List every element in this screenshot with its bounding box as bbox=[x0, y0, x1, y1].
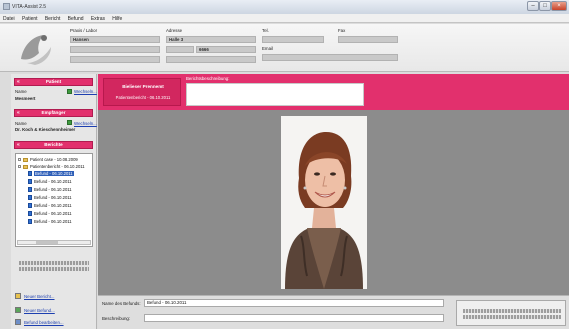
tree-item[interactable]: Befund - 06.10.2011 bbox=[28, 170, 74, 177]
berichte-section-header[interactable]: « Berichte bbox=[14, 141, 93, 149]
report-description-label: Berichtsbeschreibung: bbox=[186, 76, 230, 81]
finding-description-input[interactable] bbox=[144, 314, 444, 322]
menu-datei[interactable]: Datei bbox=[0, 14, 18, 22]
edit-finding-icon bbox=[15, 319, 21, 325]
document-icon bbox=[28, 203, 32, 209]
empfaenger-change-link[interactable]: Wechseln... bbox=[74, 121, 97, 126]
tree-item[interactable]: Patientenbericht - 06.10.2011 bbox=[18, 163, 85, 170]
menu-hilfe[interactable]: Hilfe bbox=[109, 14, 125, 22]
adresse-street-field: Halle 3 bbox=[166, 36, 256, 43]
document-icon bbox=[28, 171, 32, 177]
menu-bar: Datei Patient Bericht Befund Extras Hilf… bbox=[0, 14, 569, 23]
lab-stamp-graphic bbox=[19, 261, 89, 265]
tree-item[interactable]: Patient case - 10.08.2009 bbox=[18, 156, 78, 163]
patient-badge-report: Patientenbericht - 06.10.2011 bbox=[115, 95, 171, 100]
document-icon bbox=[28, 219, 32, 225]
folder-icon bbox=[23, 164, 28, 169]
empfaenger-name-label: Name bbox=[15, 121, 27, 126]
report-tree[interactable]: Patient case - 10.08.2009 Patientenberic… bbox=[15, 153, 93, 247]
patient-photo[interactable] bbox=[281, 116, 367, 289]
menu-befund[interactable]: Befund bbox=[65, 14, 87, 22]
practice-header: Praxis / Labor Hansen Adresse Halle 3 66… bbox=[0, 24, 569, 72]
praxis-field-2 bbox=[70, 46, 160, 53]
patient-change-link[interactable]: Wechseln... bbox=[74, 89, 97, 94]
praxis-field: Hansen bbox=[70, 36, 160, 43]
tree-item[interactable]: Befund - 06.10.2011 bbox=[28, 186, 72, 193]
patient-section-header[interactable]: « Patient bbox=[14, 78, 93, 86]
new-report-icon bbox=[15, 293, 21, 299]
finding-description-label: Beschreibung: bbox=[102, 316, 131, 321]
scrollbar-thumb[interactable] bbox=[36, 241, 58, 244]
tree-item[interactable]: Befund - 06.10.2011 bbox=[28, 202, 72, 209]
edit-finding-link[interactable]: Befund bearbeiten... bbox=[24, 320, 64, 325]
tree-item[interactable]: Befund - 06.10.2011 bbox=[28, 194, 72, 201]
menu-extras[interactable]: Extras bbox=[88, 14, 108, 22]
new-report-link[interactable]: Neuer Bericht... bbox=[24, 294, 55, 299]
finding-name-input[interactable]: Befund - 06.10.2011 bbox=[144, 299, 444, 307]
patient-heading: Patient bbox=[45, 79, 62, 84]
email-field bbox=[262, 54, 398, 61]
menu-bericht[interactable]: Bericht bbox=[42, 14, 64, 22]
stamp-box bbox=[456, 300, 566, 326]
document-icon bbox=[28, 211, 32, 217]
report-description-input[interactable] bbox=[186, 83, 364, 106]
tel-field bbox=[262, 36, 324, 43]
praxis-field-3 bbox=[70, 56, 160, 63]
new-finding-icon bbox=[15, 307, 21, 313]
fax-field bbox=[338, 36, 398, 43]
adresse-city-field: 6666 bbox=[196, 46, 256, 53]
fax-label: Fax bbox=[338, 28, 346, 33]
empfaenger-heading: Empfänger bbox=[41, 110, 66, 115]
window-title: VITA-Assist 2.5 bbox=[12, 4, 47, 10]
empfaenger-section-header[interactable]: « Empfänger bbox=[14, 109, 93, 117]
adresse-label: Adresse bbox=[166, 28, 183, 33]
collapse-icon: « bbox=[17, 142, 20, 148]
folder-icon bbox=[23, 157, 28, 162]
patient-change-icon bbox=[67, 89, 72, 94]
patient-name-value: Mesmeert bbox=[15, 96, 36, 101]
app-icon bbox=[3, 3, 10, 10]
collapse-icon: « bbox=[17, 110, 20, 116]
collapse-icon: « bbox=[17, 79, 20, 85]
patient-name-label: Name bbox=[15, 89, 27, 94]
patient-badge: Bielieser Prennemt Patientenbericht - 06… bbox=[103, 78, 181, 106]
praxis-label: Praxis / Labor bbox=[70, 28, 98, 33]
lab-stamp-graphic-2 bbox=[19, 267, 89, 271]
lab-stamp-graphic-2 bbox=[463, 315, 561, 319]
tree-item[interactable]: Befund - 06.10.2011 bbox=[28, 218, 72, 225]
document-icon bbox=[28, 179, 32, 185]
close-button[interactable]: × bbox=[551, 1, 567, 11]
app-window: VITA-Assist 2.5 – □ × Datei Patient Beri… bbox=[0, 0, 569, 329]
empfaenger-name-value: Dr. Koch & Kieschennheimer bbox=[15, 127, 76, 132]
tree-item[interactable]: Befund - 06.10.2011 bbox=[28, 178, 72, 185]
maximize-button[interactable]: □ bbox=[539, 1, 551, 11]
new-finding-link[interactable]: Neuer Befund... bbox=[24, 308, 55, 313]
document-icon bbox=[28, 187, 32, 193]
title-bar: VITA-Assist 2.5 – □ × bbox=[0, 0, 569, 14]
adresse-zip-field bbox=[166, 46, 194, 53]
practice-logo bbox=[21, 35, 51, 65]
menu-patient[interactable]: Patient bbox=[19, 14, 41, 22]
document-icon bbox=[28, 195, 32, 201]
berichte-heading: Berichte bbox=[44, 142, 63, 147]
minimize-button[interactable]: – bbox=[527, 1, 539, 11]
finding-name-label: Name des Befunds: bbox=[102, 301, 141, 306]
email-label: Email bbox=[262, 46, 273, 51]
tel-label: Tel. bbox=[262, 28, 269, 33]
empfaenger-change-icon bbox=[67, 120, 72, 125]
tree-horizontal-scrollbar[interactable] bbox=[17, 240, 91, 245]
lab-stamp-graphic bbox=[463, 309, 561, 313]
left-panel: « Patient Name Mesmeert Wechseln... « Em… bbox=[11, 74, 97, 329]
patient-badge-name: Bielieser Prennemt bbox=[122, 84, 164, 89]
tree-item[interactable]: Befund - 06.10.2011 bbox=[28, 210, 72, 217]
adresse-field-3 bbox=[166, 56, 256, 63]
